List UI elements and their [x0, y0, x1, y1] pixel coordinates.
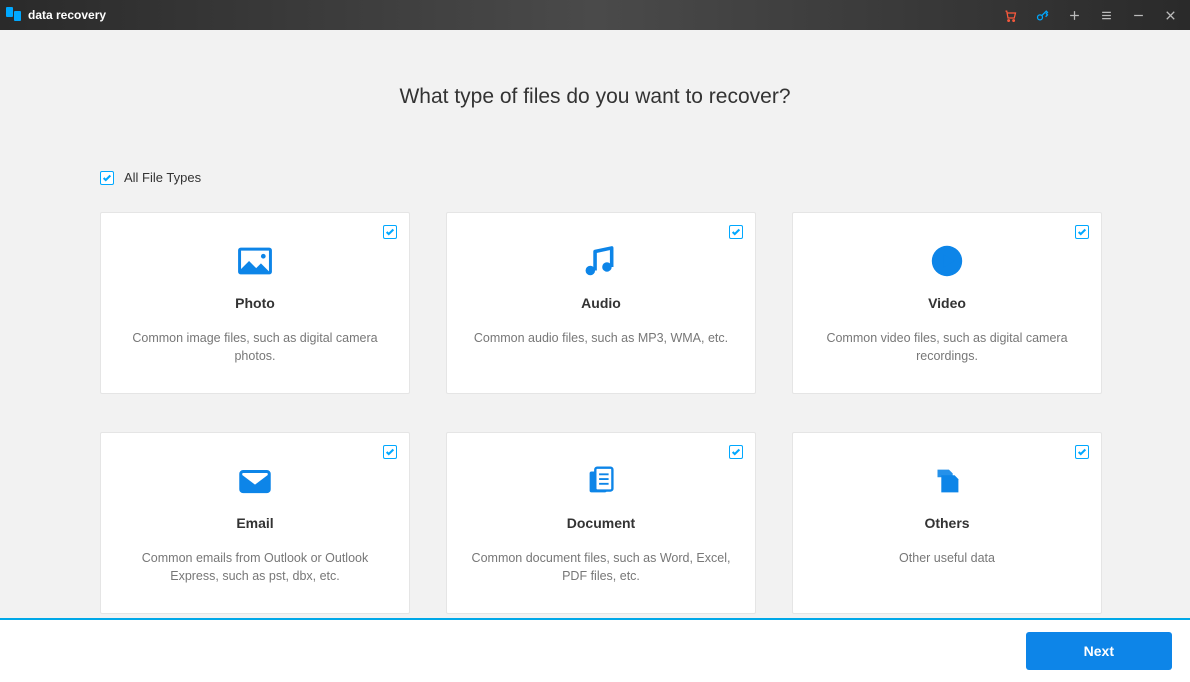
footer-bar: Next — [0, 618, 1190, 682]
audio-icon — [582, 239, 620, 283]
checkbox-icon[interactable] — [729, 225, 743, 239]
others-icon — [928, 459, 966, 503]
card-title: Document — [567, 515, 635, 531]
titlebar-left: data recovery — [6, 7, 106, 23]
card-title: Email — [236, 515, 273, 531]
video-icon — [928, 239, 966, 283]
card-desc: Other useful data — [899, 549, 995, 567]
card-desc: Common image files, such as digital came… — [125, 329, 385, 365]
titlebar-right — [996, 1, 1184, 29]
plus-icon[interactable] — [1060, 1, 1088, 29]
card-title: Video — [928, 295, 966, 311]
email-icon — [236, 459, 274, 503]
checkbox-icon[interactable] — [1075, 225, 1089, 239]
card-document[interactable]: Document Common document files, such as … — [446, 432, 756, 614]
cart-icon[interactable] — [996, 1, 1024, 29]
card-desc: Common emails from Outlook or Outlook Ex… — [125, 549, 385, 585]
checkbox-icon[interactable] — [383, 225, 397, 239]
card-video[interactable]: Video Common video files, such as digita… — [792, 212, 1102, 394]
checkbox-icon[interactable] — [383, 445, 397, 459]
card-desc: Common audio files, such as MP3, WMA, et… — [474, 329, 728, 347]
app-title: data recovery — [28, 8, 106, 22]
file-type-grid: Photo Common image files, such as digita… — [100, 212, 1102, 614]
card-desc: Common document files, such as Word, Exc… — [471, 549, 731, 585]
card-title: Audio — [581, 295, 621, 311]
all-file-types-label: All File Types — [124, 170, 201, 185]
next-button[interactable]: Next — [1026, 632, 1172, 670]
card-others[interactable]: Others Other useful data — [792, 432, 1102, 614]
menu-icon[interactable] — [1092, 1, 1120, 29]
checkbox-icon — [100, 171, 114, 185]
card-email[interactable]: Email Common emails from Outlook or Outl… — [100, 432, 410, 614]
document-icon — [582, 459, 620, 503]
page-heading: What type of files do you want to recove… — [0, 85, 1190, 109]
app-logo-icon — [6, 7, 22, 23]
card-photo[interactable]: Photo Common image files, such as digita… — [100, 212, 410, 394]
main-panel: What type of files do you want to recove… — [0, 30, 1190, 618]
titlebar: data recovery — [0, 0, 1190, 30]
checkbox-icon[interactable] — [1075, 445, 1089, 459]
key-icon[interactable] — [1028, 1, 1056, 29]
close-icon[interactable] — [1156, 1, 1184, 29]
photo-icon — [236, 239, 274, 283]
card-desc: Common video files, such as digital came… — [817, 329, 1077, 365]
card-title: Others — [924, 515, 969, 531]
minimize-icon[interactable] — [1124, 1, 1152, 29]
all-file-types-toggle[interactable]: All File Types — [100, 170, 201, 185]
card-title: Photo — [235, 295, 275, 311]
checkbox-icon[interactable] — [729, 445, 743, 459]
card-audio[interactable]: Audio Common audio files, such as MP3, W… — [446, 212, 756, 394]
